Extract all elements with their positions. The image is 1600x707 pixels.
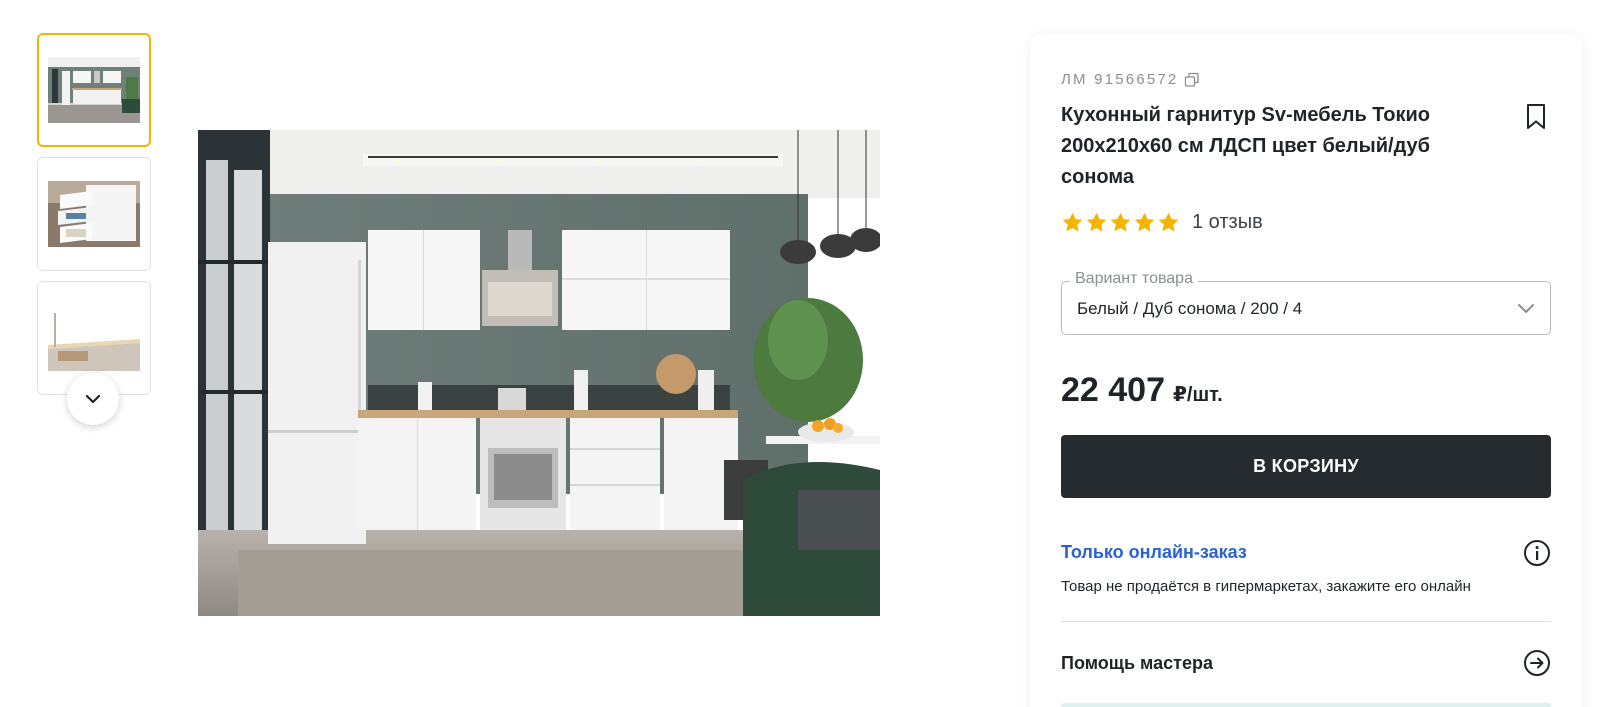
product-title: Кухонный гарнитур Sv-мебель Токио 200x21… [1061, 104, 1430, 188]
product-main-image[interactable] [198, 130, 880, 616]
thumbnail-image [48, 181, 140, 247]
price-row: 22 407 ₽/шт. [1061, 371, 1223, 410]
teal-strip [1061, 703, 1551, 707]
chevron-down-icon [85, 394, 101, 404]
chevron-down-icon [1518, 304, 1534, 313]
arrow-right-circle-icon[interactable] [1523, 649, 1551, 677]
rating-stars [1061, 211, 1180, 234]
price-unit: ₽/шт. [1173, 384, 1223, 406]
star-icon [1110, 212, 1131, 232]
help-master-link[interactable]: Помощь мастера [1061, 653, 1213, 674]
star-icon [1062, 212, 1083, 232]
reviews-link[interactable]: 1 отзыв [1192, 211, 1263, 234]
variant-value: Белый / Дуб сонома / 200 / 4 [1077, 299, 1303, 318]
bookmark-icon[interactable] [1524, 103, 1548, 131]
thumbnails-scroll-down-button[interactable] [67, 373, 119, 425]
thumbnail-image [48, 305, 140, 371]
sku-label: ЛМ 91566572 [1061, 71, 1179, 88]
divider [1061, 621, 1551, 622]
add-to-cart-button[interactable]: В КОРЗИНУ [1061, 435, 1551, 498]
star-icon [1134, 212, 1155, 232]
online-only-description: Товар не продаётся в гипермаркетах, зака… [1061, 578, 1471, 595]
thumbnail-image [48, 57, 140, 123]
star-icon [1086, 212, 1107, 232]
online-only-link[interactable]: Только онлайн-заказ [1061, 542, 1247, 563]
product-info-panel: ЛМ 91566572 Кухонный гарнитур Sv-мебель … [1030, 33, 1582, 707]
star-icon [1158, 212, 1179, 232]
variant-legend: Вариант товара [1070, 270, 1198, 288]
variant-select[interactable]: Вариант товара Белый / Дуб сонома / 200 … [1061, 270, 1551, 335]
price-value: 22 407 [1061, 371, 1165, 409]
copy-icon[interactable] [1184, 72, 1200, 88]
rating-row: 1 отзыв [1061, 211, 1263, 234]
info-icon[interactable] [1523, 539, 1551, 567]
thumbnail-kitchen-overview[interactable] [37, 33, 151, 147]
thumbnail-open-drawers[interactable] [37, 157, 151, 271]
sku-row: ЛМ 91566572 [1061, 71, 1200, 88]
